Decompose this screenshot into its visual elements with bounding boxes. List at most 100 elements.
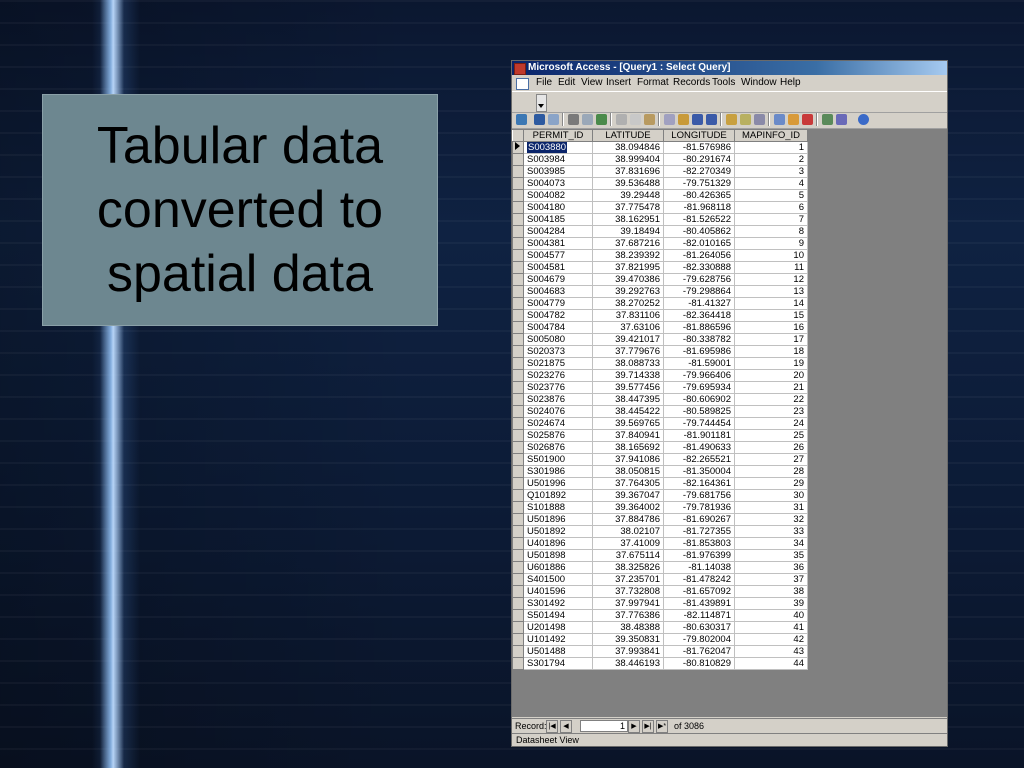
table-row[interactable]: U201498 38.48388 -80.630317 41 — [512, 621, 808, 634]
cell-latitude[interactable]: 39.18494 — [592, 225, 664, 238]
cell-permit-id[interactable]: S301794 — [523, 657, 593, 670]
row-selector[interactable] — [512, 441, 524, 454]
table-row[interactable]: U501996 37.764305 -82.164361 29 — [512, 477, 808, 490]
new-record-icon[interactable] — [788, 114, 799, 125]
table-row[interactable]: S004073 39.536488 -79.751329 4 — [512, 177, 808, 190]
cell-longitude[interactable]: -79.298864 — [663, 285, 735, 298]
cell-longitude[interactable]: -82.265521 — [663, 453, 735, 466]
row-selector[interactable] — [512, 501, 524, 514]
cell-permit-id[interactable]: S023276 — [523, 369, 593, 382]
row-selector[interactable] — [512, 513, 524, 526]
table-row[interactable]: S023276 39.714338 -79.966406 20 — [512, 369, 808, 382]
table-row[interactable]: S004779 38.270252 -81.41327 14 — [512, 297, 808, 310]
table-row[interactable]: U101492 39.350831 -79.802004 42 — [512, 633, 808, 646]
delete-record-icon[interactable] — [802, 114, 813, 125]
new-object-icon[interactable] — [836, 114, 847, 125]
row-selector[interactable] — [512, 153, 524, 166]
cell-permit-id[interactable]: S301986 — [523, 465, 593, 478]
table-row[interactable]: S501900 37.941086 -82.265521 27 — [512, 453, 808, 466]
table-row[interactable]: U501892 38.02107 -81.727355 33 — [512, 525, 808, 538]
cell-permit-id[interactable]: U101492 — [523, 633, 593, 646]
cell-permit-id[interactable]: S004185 — [523, 213, 593, 226]
row-selector[interactable] — [512, 249, 524, 262]
copy-icon[interactable] — [630, 114, 641, 125]
cell-mapinfo-id[interactable]: 41 — [734, 621, 808, 634]
table-row[interactable]: U401596 37.732808 -81.657092 38 — [512, 585, 808, 598]
cell-longitude[interactable]: -82.330888 — [663, 261, 735, 274]
previous-record-button[interactable]: ◀ — [560, 720, 572, 733]
cell-latitude[interactable]: 37.993841 — [592, 645, 664, 658]
cell-longitude[interactable]: -81.41327 — [663, 297, 735, 310]
cell-permit-id[interactable]: S003985 — [523, 165, 593, 178]
cell-latitude[interactable]: 37.779676 — [592, 345, 664, 358]
cell-latitude[interactable]: 38.270252 — [592, 297, 664, 310]
cell-longitude[interactable]: -80.405862 — [663, 225, 735, 238]
table-row[interactable]: S101888 39.364002 -79.781936 31 — [512, 501, 808, 514]
cell-latitude[interactable]: 37.687216 — [592, 237, 664, 250]
cell-latitude[interactable]: 39.350831 — [592, 633, 664, 646]
cell-mapinfo-id[interactable]: 13 — [734, 285, 808, 298]
cell-latitude[interactable]: 38.088733 — [592, 357, 664, 370]
cell-mapinfo-id[interactable]: 30 — [734, 489, 808, 502]
column-header-longitude[interactable]: LONGITUDE — [663, 129, 735, 142]
cell-permit-id[interactable]: S025876 — [523, 429, 593, 442]
cell-latitude[interactable]: 39.536488 — [592, 177, 664, 190]
cell-latitude[interactable]: 39.577456 — [592, 381, 664, 394]
cell-longitude[interactable]: -80.338782 — [663, 333, 735, 346]
cell-mapinfo-id[interactable]: 22 — [734, 393, 808, 406]
cell-mapinfo-id[interactable]: 24 — [734, 417, 808, 430]
cell-longitude[interactable]: -79.695934 — [663, 381, 735, 394]
cell-latitude[interactable]: 37.997941 — [592, 597, 664, 610]
cell-permit-id[interactable]: U501996 — [523, 477, 593, 490]
cell-latitude[interactable]: 37.63106 — [592, 321, 664, 334]
row-selector[interactable] — [512, 657, 524, 670]
cell-mapinfo-id[interactable]: 26 — [734, 441, 808, 454]
table-row[interactable]: Q101892 39.367047 -79.681756 30 — [512, 489, 808, 502]
table-row[interactable]: S025876 37.840941 -81.901181 25 — [512, 429, 808, 442]
table-row[interactable]: S003984 38.999404 -80.291674 2 — [512, 153, 808, 166]
menu-format[interactable]: Format — [637, 75, 669, 91]
cell-longitude[interactable]: -79.802004 — [663, 633, 735, 646]
menu-view[interactable]: View — [581, 75, 603, 91]
table-row[interactable]: S026876 38.165692 -81.490633 26 — [512, 441, 808, 454]
cell-longitude[interactable]: -79.681756 — [663, 489, 735, 502]
cell-permit-id[interactable]: S401500 — [523, 573, 593, 586]
undo-icon[interactable] — [664, 114, 675, 125]
cell-latitude[interactable]: 39.292763 — [592, 285, 664, 298]
cell-mapinfo-id[interactable]: 19 — [734, 357, 808, 370]
cell-latitude[interactable]: 37.831696 — [592, 165, 664, 178]
table-row[interactable]: S004381 37.687216 -82.010165 9 — [512, 237, 808, 250]
cell-latitude[interactable]: 37.941086 — [592, 453, 664, 466]
cell-permit-id[interactable]: U501892 — [523, 525, 593, 538]
table-row[interactable]: S003880 38.094846 -81.576986 1 — [512, 141, 808, 154]
table-row[interactable]: U401896 37.41009 -81.853803 34 — [512, 537, 808, 550]
cell-latitude[interactable]: 38.239392 — [592, 249, 664, 262]
cell-mapinfo-id[interactable]: 20 — [734, 369, 808, 382]
table-row[interactable]: U601886 38.325826 -81.14038 36 — [512, 561, 808, 574]
cell-longitude[interactable]: -80.606902 — [663, 393, 735, 406]
cell-permit-id[interactable]: S004782 — [523, 309, 593, 322]
spelling-icon[interactable] — [596, 114, 607, 125]
menu-edit[interactable]: Edit — [558, 75, 575, 91]
cell-mapinfo-id[interactable]: 21 — [734, 381, 808, 394]
cell-latitude[interactable]: 38.050815 — [592, 465, 664, 478]
cell-longitude[interactable]: -81.695986 — [663, 345, 735, 358]
cell-permit-id[interactable]: S301492 — [523, 597, 593, 610]
cell-permit-id[interactable]: U601886 — [523, 561, 593, 574]
cell-mapinfo-id[interactable]: 3 — [734, 165, 808, 178]
row-selector[interactable] — [512, 141, 524, 154]
cell-longitude[interactable]: -81.901181 — [663, 429, 735, 442]
cell-longitude[interactable]: -80.291674 — [663, 153, 735, 166]
cell-longitude[interactable]: -81.490633 — [663, 441, 735, 454]
filter-by-form-icon[interactable] — [740, 114, 751, 125]
row-selector[interactable] — [512, 213, 524, 226]
cell-permit-id[interactable]: S004284 — [523, 225, 593, 238]
cell-mapinfo-id[interactable]: 35 — [734, 549, 808, 562]
row-selector[interactable] — [512, 333, 524, 346]
cell-longitude[interactable]: -79.628756 — [663, 273, 735, 286]
cell-permit-id[interactable]: S003984 — [523, 153, 593, 166]
filter-by-selection-icon[interactable] — [726, 114, 737, 125]
menu-tools[interactable]: Tools — [712, 75, 735, 91]
cell-permit-id[interactable]: S023776 — [523, 381, 593, 394]
cell-latitude[interactable]: 39.470386 — [592, 273, 664, 286]
